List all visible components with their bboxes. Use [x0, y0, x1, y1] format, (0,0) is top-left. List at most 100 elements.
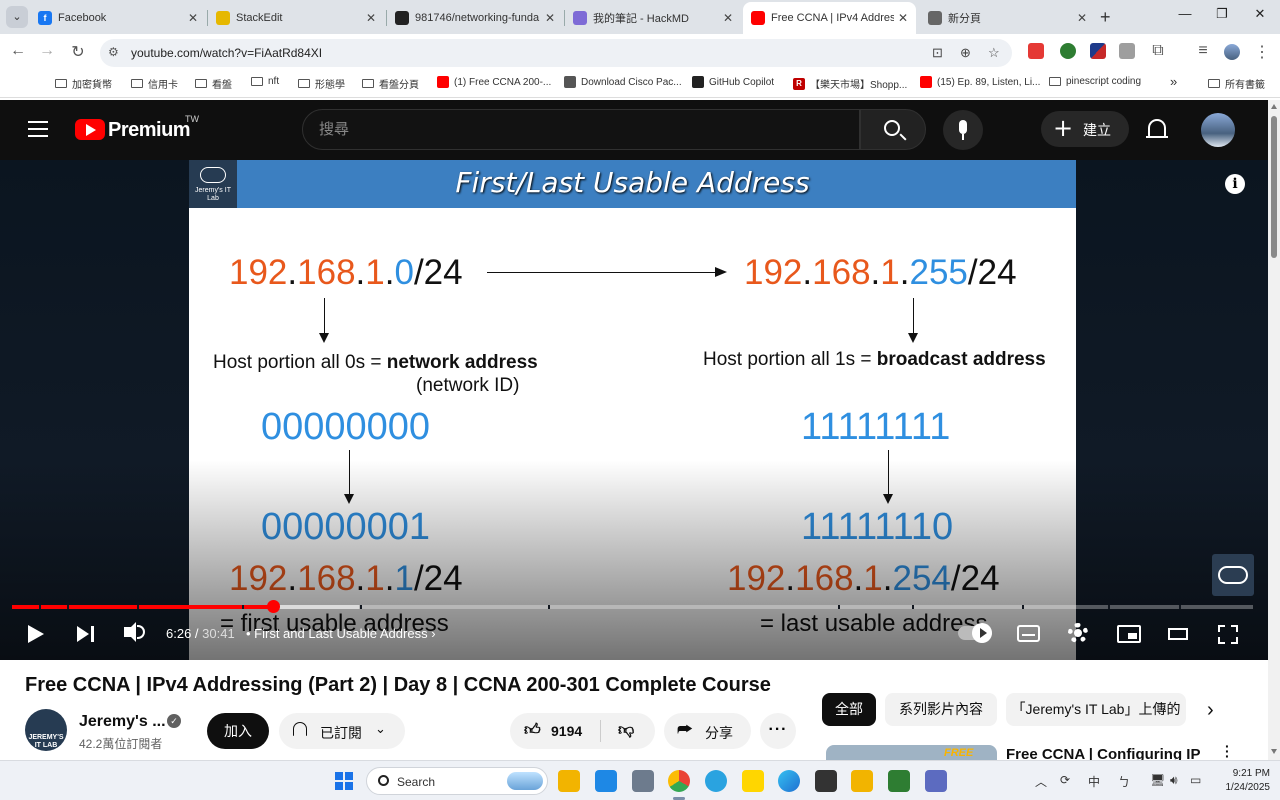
- chip-uploads[interactable]: 「Jeremy's IT Lab」上傳的: [1006, 693, 1186, 726]
- browser-menu-icon[interactable]: ⋮: [1252, 42, 1272, 62]
- battery-icon[interactable]: ▭: [1190, 773, 1201, 787]
- share-button[interactable]: ⮫ 分享: [664, 713, 751, 749]
- dislike-button[interactable]: 👎︎: [618, 721, 634, 740]
- app-icon[interactable]: [888, 770, 910, 792]
- tab-close-icon[interactable]: ✕: [366, 11, 376, 25]
- tab-close-icon[interactable]: ✕: [898, 11, 908, 25]
- bookmark-folder[interactable]: nft: [251, 76, 279, 87]
- tray-overflow-icon[interactable]: ︿: [1035, 773, 1047, 790]
- like-count[interactable]: 9194: [551, 723, 582, 739]
- notifications-bell-icon[interactable]: [1146, 119, 1168, 138]
- channel-watermark[interactable]: [1212, 554, 1254, 596]
- app-icon[interactable]: [632, 770, 654, 792]
- search-button[interactable]: [860, 109, 926, 150]
- autoplay-toggle[interactable]: [958, 623, 992, 643]
- theater-mode-icon[interactable]: [1168, 628, 1188, 640]
- browser-tab[interactable]: 新分頁 ✕: [920, 4, 1095, 32]
- file-explorer-icon[interactable]: [558, 770, 580, 792]
- chrome-icon[interactable]: [668, 770, 690, 792]
- captions-icon[interactable]: [1017, 625, 1040, 642]
- network-icon[interactable]: 🖥︎: [1150, 773, 1165, 787]
- recommended-menu-icon[interactable]: · · ·: [1225, 739, 1230, 763]
- extension-icon[interactable]: [1090, 43, 1106, 59]
- bookmark-folder[interactable]: 形態學: [298, 76, 345, 91]
- taskbar-search[interactable]: Search: [366, 767, 548, 795]
- extension-icon[interactable]: [1060, 43, 1076, 59]
- browser-tab[interactable]: Free CCNA | IPv4 Addressin ✕: [743, 2, 916, 34]
- install-app-icon[interactable]: ⊡: [932, 45, 943, 61]
- media-control-icon[interactable]: ≡: [1193, 42, 1213, 60]
- join-button[interactable]: 加入: [207, 713, 269, 749]
- address-bar[interactable]: ⚙ youtube.com/watch?v=FiAatRd84XI ⊡ ⊕ ☆: [100, 39, 1012, 67]
- edge-icon[interactable]: [778, 770, 800, 792]
- maximize-button[interactable]: ❐: [1207, 6, 1237, 22]
- browser-tab[interactable]: f Facebook ✕: [30, 4, 206, 32]
- site-info-icon[interactable]: ⚙: [108, 45, 119, 59]
- create-button[interactable]: + 建立: [1041, 111, 1129, 147]
- tab-close-icon[interactable]: ✕: [1077, 11, 1087, 25]
- volume-icon[interactable]: 🔊︎: [1170, 773, 1178, 788]
- play-icon[interactable]: [28, 625, 44, 643]
- browser-tab[interactable]: StackEdit ✕: [208, 4, 384, 32]
- windows-start-icon[interactable]: [335, 772, 353, 790]
- reload-icon[interactable]: ↻: [68, 42, 88, 62]
- next-video-icon[interactable]: [77, 626, 89, 642]
- calculator-icon[interactable]: [925, 770, 947, 792]
- channel-avatar[interactable]: JEREMY'S IT LAB: [25, 709, 67, 751]
- profile-avatar[interactable]: [1224, 44, 1240, 60]
- extension-new-icon[interactable]: [1028, 43, 1044, 59]
- chip-all[interactable]: 全部: [822, 693, 876, 726]
- bookmark-link[interactable]: Download Cisco Pac...: [564, 76, 682, 88]
- scroll-thumb[interactable]: [1271, 116, 1277, 258]
- bookmark-link[interactable]: GitHub Copilot: [692, 76, 774, 88]
- miniplayer-icon[interactable]: [1117, 625, 1141, 643]
- recommended-title[interactable]: Free CCNA | Configuring IP: [1006, 746, 1200, 760]
- system-clock[interactable]: 9:21 PM 1/24/2025: [1210, 767, 1271, 795]
- close-window-button[interactable]: ✕: [1245, 6, 1275, 22]
- fullscreen-icon[interactable]: [1218, 625, 1238, 644]
- bookmark-star-icon[interactable]: ☆: [988, 45, 1000, 61]
- channel-name[interactable]: Jeremy's ...: [79, 713, 166, 731]
- bookmark-link[interactable]: (1) Free CCNA 200-...: [437, 76, 551, 88]
- menu-icon[interactable]: [28, 121, 48, 137]
- recommended-thumbnail[interactable]: FREE: [826, 745, 997, 760]
- terminal-icon[interactable]: [815, 770, 837, 792]
- chevron-right-icon[interactable]: ›: [1207, 699, 1214, 722]
- all-bookmarks-folder[interactable]: 所有書籤: [1208, 76, 1265, 91]
- info-icon[interactable]: i: [1225, 174, 1245, 194]
- subscribed-button[interactable]: 已訂閱 ⌄: [279, 713, 405, 749]
- browser-tab[interactable]: 981746/networking-funda ✕: [387, 4, 563, 32]
- progress-bar[interactable]: [12, 600, 1253, 613]
- bookmark-link[interactable]: R 【樂天市場】Shopp...: [793, 76, 907, 91]
- forward-icon[interactable]: →: [37, 42, 57, 60]
- scroll-down-arrow[interactable]: [1271, 749, 1277, 754]
- bookmarks-overflow-button[interactable]: »: [1170, 74, 1177, 89]
- app-icon[interactable]: [595, 770, 617, 792]
- volume-icon[interactable]: [124, 622, 136, 642]
- sync-icon[interactable]: ⟳: [1060, 773, 1070, 787]
- url-text[interactable]: youtube.com/watch?v=FiAatRd84XI: [131, 46, 322, 60]
- search-input[interactable]: [319, 120, 819, 138]
- bookmark-folder[interactable]: 看盤分頁: [362, 76, 419, 91]
- scrubber-handle[interactable]: [266, 600, 280, 613]
- chip-series[interactable]: 系列影片內容: [885, 693, 997, 726]
- zoom-icon[interactable]: ⊕: [960, 45, 971, 61]
- scroll-up-arrow[interactable]: [1271, 104, 1277, 109]
- bookmark-folder[interactable]: 看盤: [195, 76, 232, 91]
- new-tab-button[interactable]: +: [1100, 7, 1111, 28]
- page-scrollbar[interactable]: [1268, 100, 1280, 760]
- bookmark-link[interactable]: (15) Ep. 89, Listen, Li...: [920, 76, 1040, 88]
- account-avatar[interactable]: [1201, 113, 1235, 147]
- tab-close-icon[interactable]: ✕: [188, 11, 198, 25]
- settings-gear-icon[interactable]: [1068, 623, 1088, 643]
- bookmark-folder[interactable]: 加密貨幣: [55, 76, 112, 91]
- folder-icon[interactable]: [851, 770, 873, 792]
- back-icon[interactable]: ←: [8, 42, 28, 60]
- extensions-puzzle-icon[interactable]: ⧉: [1148, 42, 1168, 60]
- ime-mode-icon[interactable]: ㄅ: [1118, 773, 1130, 790]
- tab-search-button[interactable]: ⌄: [6, 6, 28, 28]
- youtube-logo-icon[interactable]: [75, 119, 105, 140]
- tab-close-icon[interactable]: ✕: [545, 11, 555, 25]
- minimize-button[interactable]: —: [1170, 6, 1200, 21]
- chapter-title[interactable]: • First and Last Usable Address ›: [246, 626, 436, 641]
